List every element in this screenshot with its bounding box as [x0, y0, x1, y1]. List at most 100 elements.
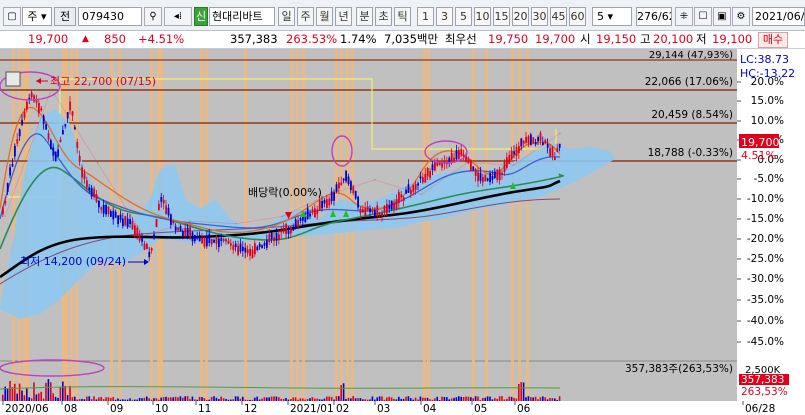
volume-bar	[172, 397, 174, 401]
volume-bar	[556, 399, 558, 401]
tab-period-month[interactable]: 월	[316, 7, 333, 26]
volume-bar	[280, 398, 282, 401]
volume-bar	[57, 397, 59, 401]
volume-bar	[254, 397, 256, 401]
grid-icon[interactable]: ⁜	[675, 7, 693, 26]
volume-bar	[155, 398, 158, 401]
date-input[interactable]: 2021/06/2	[752, 7, 805, 26]
save-icon[interactable]: ▣	[713, 7, 731, 26]
interval-3[interactable]: 3	[436, 7, 453, 26]
interval-10[interactable]: 10	[474, 7, 491, 26]
tab-period-year[interactable]: 년	[335, 7, 352, 26]
candle-body	[179, 226, 182, 231]
x-tick-label: 04	[423, 403, 437, 415]
candle-body	[110, 211, 112, 217]
interval-60[interactable]: 60	[569, 7, 586, 26]
volume-bar	[59, 387, 62, 401]
settings-icon[interactable]: ⚙	[732, 7, 750, 26]
sound-icon[interactable]: ◂⁞	[164, 7, 192, 26]
interval-1[interactable]: 1	[417, 7, 434, 26]
candle-body	[220, 237, 223, 242]
candle-body	[198, 234, 201, 242]
new-badge[interactable]: 신	[194, 7, 208, 26]
candle-body	[326, 198, 328, 208]
volume-bar	[302, 398, 304, 401]
interval-5[interactable]: 5	[455, 7, 472, 26]
candle-body	[494, 171, 496, 178]
volume-bar	[138, 397, 141, 401]
level-line-label: 18,788 (-0.33%)	[648, 147, 733, 159]
x-tick-label: 06	[517, 403, 531, 415]
candle-body	[18, 129, 21, 137]
level-line-label: 22,066 (17.06%)	[645, 76, 733, 88]
candle-body	[522, 140, 525, 144]
volume-bar	[376, 397, 378, 401]
chart-area[interactable]: 22,066 (17.06%) 20,459 (8.54%) 18,788 (-0.…	[0, 49, 805, 415]
candle-body	[251, 249, 254, 259]
volume-bar	[62, 381, 64, 401]
event-band	[511, 49, 514, 415]
best-ask: 19,750	[488, 32, 529, 46]
volume-bar	[534, 396, 537, 401]
candle-body	[340, 182, 343, 185]
volume-bar	[508, 396, 510, 401]
volume-bar	[174, 396, 177, 401]
volume-bar	[194, 399, 196, 401]
x-tick-label: 03	[377, 403, 390, 415]
change-arrow-icon: ▲	[82, 34, 89, 44]
volume-bar	[479, 399, 482, 401]
candle-body	[381, 212, 383, 217]
tab-period-day[interactable]: 일	[278, 7, 295, 26]
ticker-input[interactable]: 079430	[78, 7, 142, 26]
interval-20[interactable]: 20	[512, 7, 529, 26]
buy-button[interactable]: 매수	[758, 32, 788, 48]
window-icon[interactable]: ▢	[3, 7, 21, 26]
volume-bar	[371, 396, 374, 401]
candle-body	[407, 184, 410, 193]
volume-bar	[354, 398, 357, 401]
volume-bar	[513, 397, 515, 401]
volume-bar	[237, 396, 239, 401]
low-label: 저	[696, 32, 707, 46]
volume-bar	[352, 396, 354, 401]
volume-bar	[218, 399, 220, 401]
interval-45[interactable]: 45	[550, 7, 567, 26]
interval-15[interactable]: 15	[493, 7, 510, 26]
volume-bar	[213, 396, 215, 401]
candle-body	[218, 238, 220, 248]
volume-bar	[256, 396, 258, 401]
candle-body	[107, 206, 110, 214]
x-tick-label: 05	[474, 403, 487, 415]
candle-body	[57, 149, 59, 157]
search-icon[interactable]: ⚲	[144, 7, 162, 26]
tab-period-week[interactable]: 주	[297, 7, 314, 26]
volume-bar	[393, 398, 395, 401]
candle-body	[366, 206, 369, 211]
volume-bar	[95, 399, 98, 401]
checkbox-icon[interactable]: ☐	[694, 7, 712, 26]
candle-body	[232, 245, 235, 250]
volume-bar	[18, 383, 21, 401]
volume-bar	[510, 396, 513, 401]
prev-button[interactable]: 전	[54, 7, 76, 26]
candle-body	[335, 184, 338, 192]
count-select[interactable]: 5 ▾	[592, 7, 632, 26]
candle-body	[189, 227, 191, 238]
dividend-label: 배당락(0.00%)	[248, 186, 322, 199]
page-counter-text: 276/625	[637, 10, 671, 23]
candle-body	[364, 207, 367, 216]
tab-period-minute[interactable]: 분	[356, 7, 373, 26]
interval-30[interactable]: 30	[531, 7, 548, 26]
stock-name-field[interactable]: 현대리바트	[209, 7, 275, 26]
volume-bar	[426, 397, 429, 401]
tab-period-second[interactable]: 초	[375, 7, 392, 26]
tab-period-tick[interactable]: 틱	[394, 7, 411, 26]
trade-amount: 7,035백만	[384, 32, 439, 46]
market-select[interactable]: 주 ▾	[22, 7, 52, 26]
candle-body	[280, 230, 283, 233]
volume-bar	[98, 397, 100, 401]
volume-bar	[220, 396, 222, 401]
volume-bar	[126, 399, 129, 401]
volume-bar	[146, 396, 148, 401]
price-chart[interactable]: 22,066 (17.06%) 20,459 (8.54%) 18,788 (-0.…	[0, 49, 805, 415]
